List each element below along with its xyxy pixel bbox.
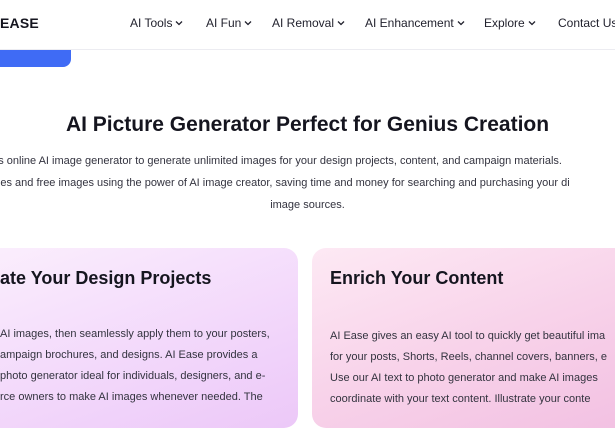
- intro-line-1: e's online AI image generator to generat…: [0, 155, 562, 167]
- feature-card-design-projects: ate Your Design Projects AI images, then…: [0, 248, 298, 428]
- nav-ai-fun[interactable]: AI Fun: [206, 16, 252, 30]
- chevron-down-icon: [528, 19, 536, 27]
- feature-card-enrich-content: Enrich Your Content AI Ease gives an eas…: [312, 248, 615, 428]
- card-text-line: ampaign brochures, and designs. AI Ease …: [0, 349, 258, 361]
- primary-cta-button[interactable]: [0, 50, 71, 67]
- nav-ai-tools[interactable]: AI Tools: [130, 16, 183, 30]
- brand-logo-text[interactable]: EASE: [0, 15, 39, 31]
- card-text-line: Use our AI text to photo generator and m…: [330, 372, 598, 384]
- card-text-line: coordinate with your text content. Illus…: [330, 393, 591, 405]
- chevron-down-icon: [244, 19, 252, 27]
- page-title: AI Picture Generator Perfect for Genius …: [65, 113, 550, 136]
- nav-ai-enhancement[interactable]: AI Enhancement: [365, 16, 465, 30]
- card-text-line: photo generator ideal for individuals, d…: [0, 370, 266, 382]
- nav-ai-removal[interactable]: AI Removal: [272, 16, 345, 30]
- nav-ai-tools-label: AI Tools: [130, 16, 173, 30]
- intro-line-2: lities and free images using the power o…: [0, 177, 570, 189]
- card-text-line: rce owners to make AI images whenever ne…: [0, 391, 263, 403]
- nav-ai-fun-label: AI Fun: [206, 16, 242, 30]
- card-text-line: AI Ease gives an easy AI tool to quickly…: [330, 330, 606, 342]
- card-text-line: for your posts, Shorts, Reels, channel c…: [330, 351, 607, 363]
- nav-explore[interactable]: Explore: [484, 16, 536, 30]
- card-text-line: AI images, then seamlessly apply them to…: [0, 328, 270, 340]
- nav-contact-us-label: Contact Us: [558, 16, 615, 30]
- nav-explore-label: Explore: [484, 16, 525, 30]
- card-title: Enrich Your Content: [330, 268, 504, 288]
- nav-ai-removal-label: AI Removal: [272, 16, 335, 30]
- chevron-down-icon: [337, 19, 345, 27]
- card-title: ate Your Design Projects: [0, 268, 212, 288]
- nav-ai-enhancement-label: AI Enhancement: [365, 16, 454, 30]
- chevron-down-icon: [175, 19, 183, 27]
- nav-contact-us[interactable]: Contact Us: [558, 16, 615, 30]
- intro-line-3: image sources.: [270, 199, 345, 211]
- chevron-down-icon: [457, 19, 465, 27]
- top-navigation-bar: EASE AI Tools AI Fun AI Removal AI Enhan…: [0, 0, 615, 50]
